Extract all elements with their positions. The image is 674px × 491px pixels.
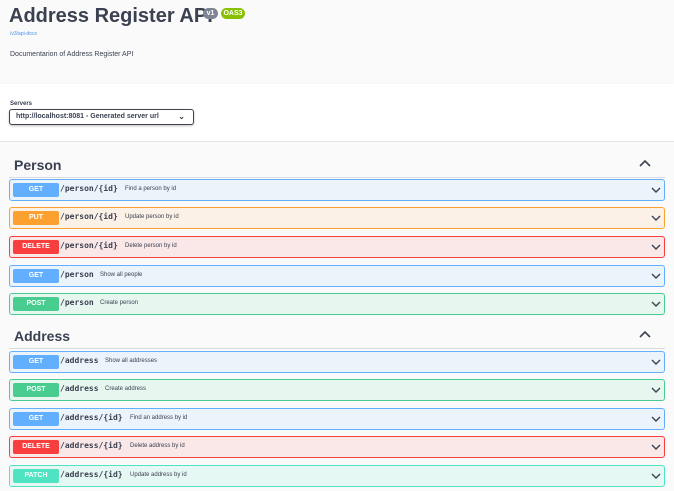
method-badge: GET [13,355,59,369]
info-section: Address Register API v1 OAS3 /v3/api-doc… [0,0,674,84]
api-description: Documentarion of Address Register API [10,51,134,58]
operation-path: /person/{id} [60,184,118,193]
operation-patch-address-id[interactable]: PATCH /address/{id} Update address by id [9,465,665,487]
operation-summary: Delete person by id [125,243,177,249]
chevron-down-icon[interactable] [651,385,661,395]
operation-path: /address [60,356,99,365]
chevron-up-icon[interactable] [638,328,652,340]
servers-select[interactable]: http://localhost:8081 - Generated server… [9,109,194,125]
operation-path: /person/{id} [60,212,118,221]
operation-summary: Show all people [100,272,143,278]
operation-path: /address [60,384,99,393]
chevron-down-icon[interactable] [651,242,661,252]
chevron-down-icon: ⌄ [178,112,185,121]
chevron-up-icon[interactable] [638,157,652,169]
method-badge: GET [13,412,59,426]
chevron-down-icon[interactable] [651,185,661,195]
tag-header-person[interactable]: Person [9,148,665,178]
tag-header-address[interactable]: Address [9,319,665,349]
method-badge: DELETE [13,440,59,454]
method-badge: PATCH [13,469,59,483]
api-title: Address Register API [9,5,213,27]
operation-post-person[interactable]: POST /person Create person [9,293,665,315]
method-badge: DELETE [13,240,59,254]
version-badge: v1 [203,8,218,19]
chevron-down-icon[interactable] [651,471,661,481]
operation-path: /address/{id} [60,441,123,450]
chevron-down-icon[interactable] [651,357,661,367]
operation-summary: Delete address by id [130,443,185,449]
operation-get-address[interactable]: GET /address Show all addresses [9,351,665,373]
method-badge: POST [13,297,59,311]
operation-path: /person [60,298,94,307]
chevron-down-icon[interactable] [651,271,661,281]
tag-title: Person [14,157,62,173]
chevron-down-icon[interactable] [651,299,661,309]
method-badge: GET [13,183,59,197]
operation-summary: Create person [100,300,139,306]
api-docs-link[interactable]: /v3/api-docs [10,31,37,37]
operation-path: /address/{id} [60,470,123,479]
chevron-down-icon[interactable] [651,213,661,223]
operation-path: /person/{id} [60,241,118,250]
method-badge: POST [13,383,59,397]
method-badge: PUT [13,211,59,225]
operation-post-address[interactable]: POST /address Create address [9,379,665,401]
chevron-down-icon[interactable] [651,442,661,452]
operation-summary: Find an address by id [130,415,188,421]
operation-summary: Update address by id [130,472,187,478]
operation-put-person-id[interactable]: PUT /person/{id} Update person by id [9,207,665,229]
servers-label: Servers [10,101,33,107]
method-badge: GET [13,269,59,283]
operation-get-person[interactable]: GET /person Show all people [9,265,665,287]
operation-summary: Show all addresses [105,358,158,364]
operation-summary: Create address [105,386,147,392]
operation-path: /person [60,270,94,279]
operation-get-person-id[interactable]: GET /person/{id} Find a person by id [9,179,665,201]
operation-summary: Update person by id [125,214,179,220]
oas-badge: OAS3 [221,8,245,19]
servers-selected-value: http://localhost:8081 - Generated server… [16,113,159,120]
operation-delete-address-id[interactable]: DELETE /address/{id} Delete address by i… [9,436,665,458]
operation-delete-person-id[interactable]: DELETE /person/{id} Delete person by id [9,236,665,258]
servers-section: Servers http://localhost:8081 - Generate… [0,84,674,142]
tag-title: Address [14,328,71,344]
chevron-down-icon[interactable] [651,414,661,424]
operation-summary: Find a person by id [125,186,177,192]
operation-get-address-id[interactable]: GET /address/{id} Find an address by id [9,408,665,430]
operation-path: /address/{id} [60,413,123,422]
